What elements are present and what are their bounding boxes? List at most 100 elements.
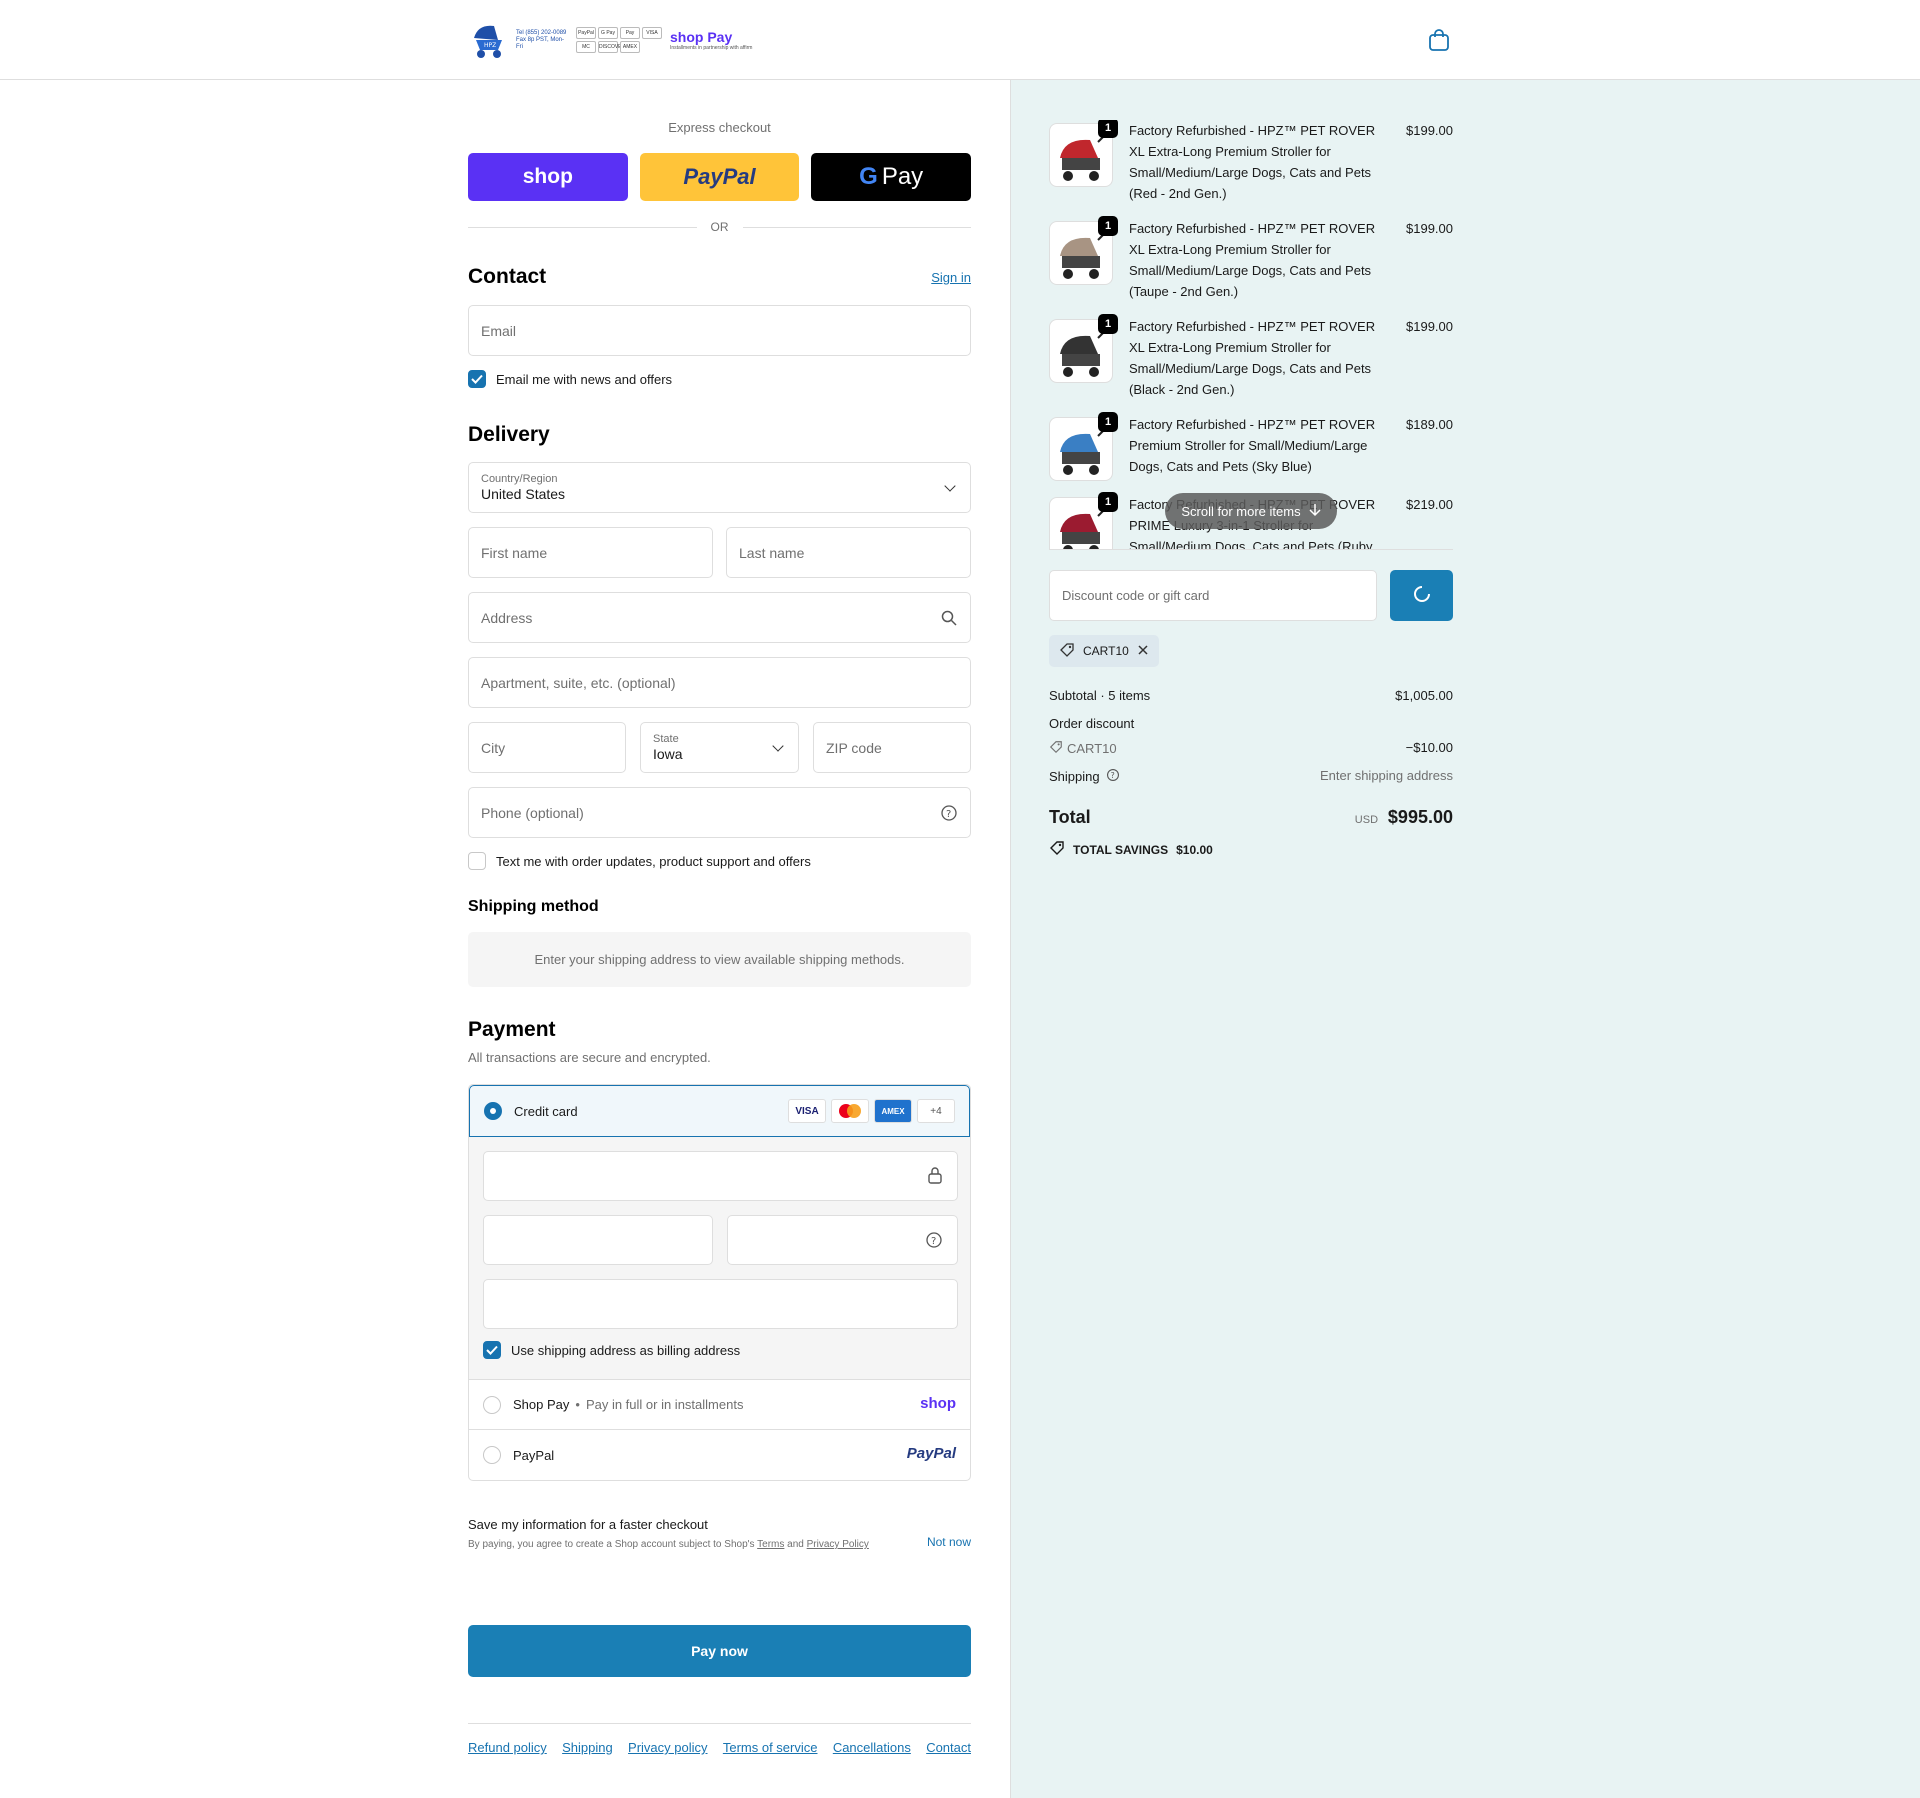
footer-link-shipping[interactable]: Shipping xyxy=(562,1740,613,1755)
cart-bag-icon[interactable] xyxy=(1428,28,1450,52)
item-price: $199.00 xyxy=(1406,123,1453,138)
scroll-more-button[interactable]: Scroll for more items xyxy=(1165,493,1337,529)
header: HPZ Tel (855) 202-0089 Fax 8p PST, Mon-F… xyxy=(0,0,1920,80)
divider-line xyxy=(742,226,971,228)
lock-icon xyxy=(927,1166,943,1187)
gpay-label: Pay xyxy=(881,163,924,190)
footer-link-privacy[interactable]: Privacy policy xyxy=(628,1740,707,1755)
product-thumbnail: 1 xyxy=(1049,412,1118,481)
footer-link-cancellations[interactable]: Cancellations xyxy=(833,1740,911,1755)
shop-pay-option[interactable]: Shop Pay • Pay in full or in installment… xyxy=(469,1380,970,1430)
card-number-field[interactable] xyxy=(483,1151,958,1201)
shop-pay-express-button[interactable]: shop xyxy=(468,153,628,201)
billing-checkbox[interactable] xyxy=(483,1341,501,1359)
store-logo[interactable]: HPZ Tel (855) 202-0089 Fax 8p PST, Mon-F… xyxy=(468,18,752,62)
paypal-brand-icon: PayPal xyxy=(906,1445,956,1462)
mastercard-icon xyxy=(831,1099,869,1123)
applied-code-label: CART10 xyxy=(1083,644,1129,658)
shipping-method-title: Shipping method xyxy=(468,898,599,915)
state-label: State xyxy=(653,733,679,745)
cart-item: 1 Factory Refurbished - HPZ™ PET ROVER X… xyxy=(1049,216,1453,316)
discount-code-row: CART10 −$10.00 xyxy=(1049,740,1453,757)
expiration-field[interactable] xyxy=(483,1215,713,1265)
shipping-row: Shipping ? Enter shipping address xyxy=(1049,768,1453,785)
name-on-card-field[interactable] xyxy=(483,1279,958,1329)
first-name-field[interactable]: First name xyxy=(468,527,713,578)
remove-discount-icon[interactable] xyxy=(1137,644,1149,659)
quantity-badge: 1 xyxy=(1098,216,1118,236)
zip-field[interactable]: ZIP code xyxy=(813,722,971,773)
news-checkbox-label: Email me with news and offers xyxy=(496,371,673,387)
cart-item: 1 Factory Refurbished - HPZ™ PET ROVER X… xyxy=(1049,120,1453,218)
paypal-radio[interactable] xyxy=(483,1446,501,1464)
news-checkbox[interactable] xyxy=(468,370,486,388)
payment-options: Credit card VISA AMEX +4 ? Use shipping … xyxy=(468,1084,971,1481)
sms-checkbox-label: Text me with order updates, product supp… xyxy=(496,853,811,869)
sms-checkbox[interactable] xyxy=(468,852,486,870)
help-circle-icon[interactable]: ? xyxy=(940,804,958,822)
state-value: Iowa xyxy=(653,746,683,762)
payment-title: Payment xyxy=(468,1018,556,1041)
item-title: Factory Refurbished - HPZ™ PET ROVER Pre… xyxy=(1129,417,1376,474)
tag-icon xyxy=(1049,840,1065,859)
delivery-title: Delivery xyxy=(468,423,550,446)
total-value: $995.00 xyxy=(1387,807,1453,827)
paypal-option[interactable]: PayPal PayPal xyxy=(469,1430,970,1480)
order-summary-panel: 1 Factory Refurbished - HPZ™ PET ROVER X… xyxy=(1010,80,1920,1798)
pay-now-button[interactable]: Pay now xyxy=(468,1625,971,1677)
footer-link-contact[interactable]: Contact xyxy=(926,1740,971,1755)
logo-shoppay-text: shop Pay xyxy=(670,29,733,45)
item-title: Factory Refurbished - HPZ™ PET ROVER XL … xyxy=(1129,319,1376,397)
help-circle-icon[interactable]: ? xyxy=(925,1231,943,1252)
last-name-field[interactable]: Last name xyxy=(726,527,971,578)
email-field[interactable]: Email xyxy=(468,305,971,356)
credit-card-radio[interactable] xyxy=(484,1102,502,1120)
sign-in-link[interactable]: Sign in xyxy=(931,270,971,285)
google-g-icon: G xyxy=(859,163,878,190)
address-field[interactable]: Address xyxy=(468,592,971,643)
save-info-title: Save my information for a faster checkou… xyxy=(468,1517,708,1532)
discount-placeholder: Discount code or gift card xyxy=(1062,588,1210,603)
payment-subtitle: All transactions are secure and encrypte… xyxy=(468,1050,711,1065)
item-price: $219.00 xyxy=(1406,497,1453,512)
country-select[interactable]: Country/Region United States xyxy=(468,462,971,513)
security-code-field[interactable]: ? xyxy=(727,1215,958,1265)
chevron-down-icon xyxy=(944,480,956,492)
help-circle-icon[interactable]: ? xyxy=(1106,768,1120,785)
tag-icon xyxy=(1049,740,1063,757)
not-now-button[interactable]: Not now xyxy=(927,1535,971,1549)
stroller-canopy xyxy=(1060,335,1098,354)
stroller-canopy xyxy=(1060,513,1098,532)
city-field[interactable]: City xyxy=(468,722,626,773)
news-checkbox-row[interactable]: Email me with news and offers xyxy=(468,370,672,388)
express-checkout-title: Express checkout xyxy=(668,120,771,135)
footer-link-terms[interactable]: Terms of service xyxy=(723,1740,818,1755)
footer-links: Refund policy Shipping Privacy policy Te… xyxy=(468,1740,971,1755)
discount-code-label: CART10 xyxy=(1049,740,1117,757)
apartment-field[interactable]: Apartment, suite, etc. (optional) xyxy=(468,657,971,708)
phone-field[interactable]: Phone (optional) ? xyxy=(468,787,971,838)
logo-shoppay-sub: Installments in partnership with affirm xyxy=(670,45,753,51)
credit-card-option[interactable]: Credit card VISA AMEX +4 xyxy=(469,1085,970,1137)
loading-spinner-icon xyxy=(1412,584,1432,607)
express-checkout-buttons: shop PayPal G Pay xyxy=(468,153,972,201)
savings-value: $10.00 xyxy=(1176,842,1213,857)
amex-icon: AMEX xyxy=(874,1099,912,1123)
paypal-express-button[interactable]: PayPal xyxy=(639,153,800,201)
sms-checkbox-row[interactable]: Text me with order updates, product supp… xyxy=(468,852,811,870)
terms-link[interactable]: Terms xyxy=(757,1539,784,1550)
google-pay-express-button[interactable]: G Pay xyxy=(811,153,972,201)
quantity-badge: 1 xyxy=(1098,412,1118,432)
cart-items-list[interactable]: 1 Factory Refurbished - HPZ™ PET ROVER X… xyxy=(1049,120,1453,550)
logo-card-mark: PayPal xyxy=(576,27,596,39)
footer-link-refund[interactable]: Refund policy xyxy=(468,1740,547,1755)
privacy-link[interactable]: Privacy Policy xyxy=(807,1539,869,1550)
shop-pay-radio[interactable] xyxy=(483,1395,501,1414)
logo-card-mark: AMEX xyxy=(620,41,640,53)
order-discount-label: Order discount xyxy=(1049,716,1135,731)
state-select[interactable]: State Iowa xyxy=(640,722,799,773)
svg-text:?: ? xyxy=(931,1236,936,1247)
apply-discount-button[interactable] xyxy=(1390,570,1453,621)
discount-code-input[interactable]: Discount code or gift card xyxy=(1049,570,1377,621)
billing-checkbox-row[interactable]: Use shipping address as billing address xyxy=(483,1341,740,1359)
